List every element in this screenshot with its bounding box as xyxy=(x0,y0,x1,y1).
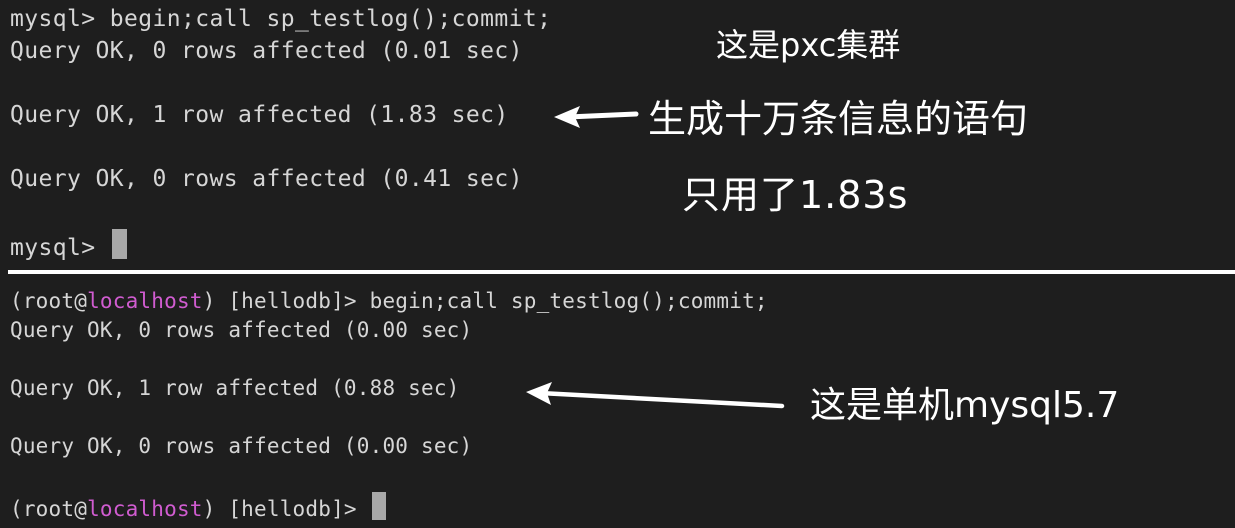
annotation-standalone: 这是单机mysql5.7 xyxy=(810,385,1120,426)
prompt-close: ) [hellodb]> xyxy=(202,289,370,313)
prompt-open: (root@ xyxy=(10,289,88,313)
text-cursor xyxy=(111,229,127,259)
output-line: Query OK, 0 rows affected (0.41 sec) xyxy=(10,166,523,192)
command-line: (root@localhost) [hellodb]> begin;call s… xyxy=(10,289,768,313)
prompt: mysql> xyxy=(10,6,110,32)
prompt-open: (root@ xyxy=(10,497,88,521)
output-line: Query OK, 0 rows affected (0.00 sec) xyxy=(10,434,473,458)
annotation-only-used: 只用了1.83s xyxy=(682,173,909,217)
prompt-close: ) [hellodb]> xyxy=(202,497,370,521)
terminal-bottom[interactable]: (root@localhost) [hellodb]> begin;call s… xyxy=(0,276,1235,528)
divider-line xyxy=(8,270,1235,274)
prompt-host: localhost xyxy=(87,289,203,313)
prompt: mysql> xyxy=(10,235,110,261)
arrow-left-icon xyxy=(554,106,639,128)
text-cursor xyxy=(371,492,386,520)
annotation-pxc-cluster: 这是pxc集群 xyxy=(716,26,901,64)
prompt-line: mysql> xyxy=(10,229,127,261)
annotation-generate-statement: 生成十万条信息的语句 xyxy=(648,97,1029,141)
output-line: Query OK, 1 row affected (1.83 sec) xyxy=(10,102,509,128)
output-line: Query OK, 0 rows affected (0.00 sec) xyxy=(10,318,473,342)
divider xyxy=(0,268,1235,276)
terminal-top[interactable]: mysql> begin;call sp_testlog();commit; Q… xyxy=(0,0,1235,268)
command-line: mysql> begin;call sp_testlog();commit; xyxy=(10,6,551,32)
prompt-host: localhost xyxy=(87,497,203,521)
command-text: begin;call sp_testlog();commit; xyxy=(109,6,552,32)
prompt-line: (root@localhost) [hellodb]> xyxy=(10,492,386,521)
output-line: Query OK, 1 row affected (0.88 sec) xyxy=(10,376,460,400)
output-line: Query OK, 0 rows affected (0.01 sec) xyxy=(10,38,523,64)
command-text: begin;call sp_testlog();commit; xyxy=(369,289,768,313)
arrow-left-icon xyxy=(526,382,785,409)
